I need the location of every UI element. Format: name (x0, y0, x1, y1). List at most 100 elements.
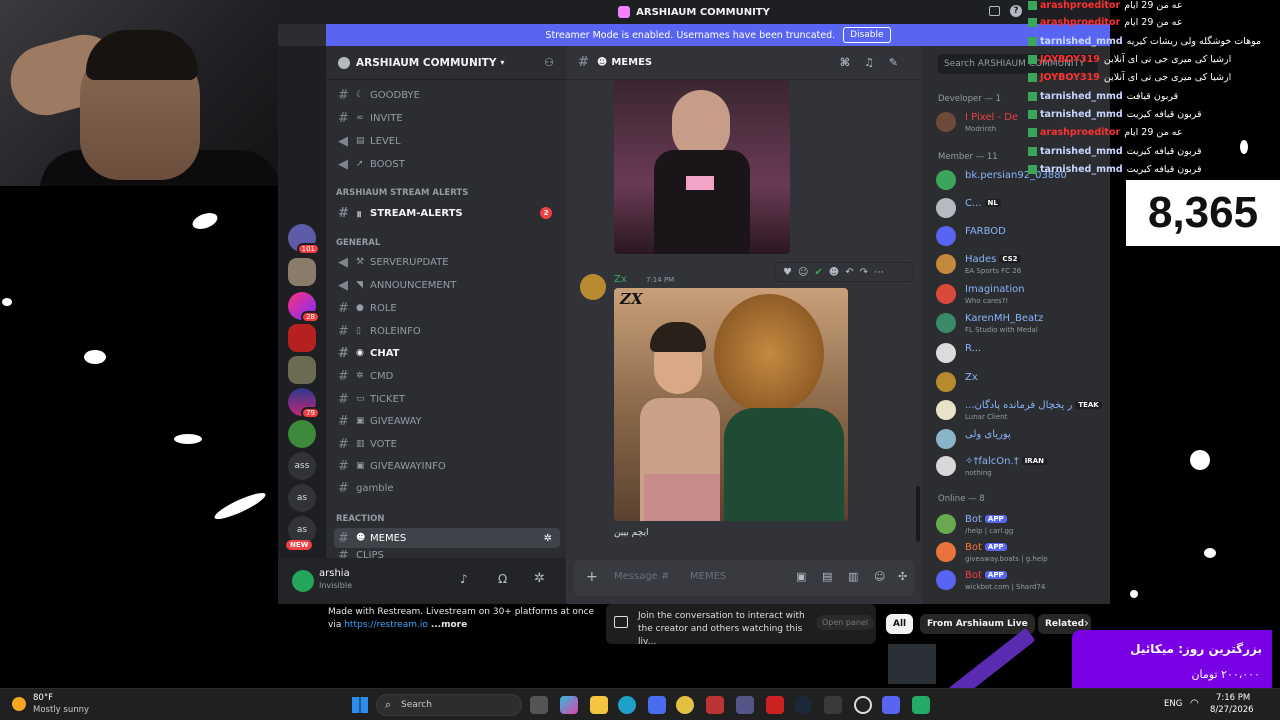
channel-giveaway[interactable]: # ▣ GIVEAWAY (334, 411, 560, 431)
sticker-icon[interactable]: ▥ (848, 570, 858, 583)
help-icon[interactable]: ? (1010, 5, 1022, 17)
channel-ticket[interactable]: # ▭ TICKET (334, 389, 560, 409)
clock-date[interactable]: 8/27/2026 (1210, 705, 1254, 715)
steam-icon[interactable] (794, 696, 812, 714)
channel-role[interactable]: # ● ROLE (334, 298, 560, 318)
thumbs-up-icon[interactable]: ♥ (783, 267, 792, 278)
taskbar-search[interactable]: ⌕ Search (376, 694, 522, 716)
member-item[interactable]: ✧†falcOn.† IRAN nothing (936, 454, 1104, 482)
copilot-icon[interactable] (560, 696, 578, 714)
bot-item[interactable]: Bot APP/help | carl.gg (936, 512, 1104, 540)
app-icon[interactable] (912, 696, 930, 714)
app-icon[interactable] (736, 696, 754, 714)
guild-as[interactable]: as (288, 484, 316, 512)
channel-invite[interactable]: # ∞ INVITE (334, 108, 560, 128)
server-header[interactable]: ARSHIAUM COMMUNITY ▾ ⚇ (326, 46, 566, 80)
emoji-icon[interactable]: ☺ (798, 267, 808, 278)
channel-giveawayinfo[interactable]: # ▣ GIVEAWAYINFO (334, 456, 560, 476)
weather-icon[interactable] (12, 697, 26, 711)
guild-ass[interactable]: ass (288, 452, 316, 480)
gift-icon[interactable]: ▣ (796, 570, 806, 583)
channel-serverupdate[interactable]: ◀ ⚒ SERVERUPDATE (334, 252, 560, 272)
channel-boost[interactable]: ◀ ➚ BOOST (334, 154, 560, 174)
bot-item[interactable]: Bot APP wickbot.com | Shard74 (936, 568, 1104, 596)
clock-time[interactable]: 7:16 PM (1216, 693, 1250, 703)
channel-goodbye[interactable]: # ☾ GOODBYE (334, 85, 560, 105)
chrome-icon[interactable] (676, 696, 694, 714)
emoji-icon[interactable]: ☺ (874, 570, 885, 583)
member-item[interactable]: C... NL (936, 196, 1104, 224)
member-item[interactable]: Zx (936, 370, 1104, 398)
headphones-icon[interactable]: Ω (498, 572, 507, 586)
description-link[interactable]: https://restream.io (344, 620, 428, 630)
message-author[interactable]: Zx (614, 274, 627, 285)
member-item[interactable]: پوریای ولی (936, 427, 1104, 455)
member-item[interactable]: KarenMH_Beatz FL Studio with Medal (936, 311, 1104, 339)
more-icon[interactable]: ⋯ (874, 267, 884, 278)
add-attachment-icon[interactable]: + (586, 569, 598, 585)
reply-icon[interactable]: ↶ (845, 267, 853, 278)
discord-icon[interactable] (882, 696, 900, 714)
settings-icon[interactable]: ✲ (544, 533, 552, 544)
apps-icon[interactable]: ✣ (898, 570, 907, 583)
pin-icon[interactable]: ✎ (889, 56, 898, 69)
threads-icon[interactable]: ⌘ (840, 56, 850, 69)
avatar[interactable] (292, 570, 314, 592)
bell-icon[interactable]: ♫ (864, 56, 874, 69)
inbox-icon[interactable] (989, 6, 1000, 16)
check-icon[interactable]: ✔ (814, 267, 822, 278)
member-item[interactable]: Hades CS2 EA Sports FC 26 (936, 252, 1104, 280)
member-item[interactable]: Imagination Who cares?! (936, 282, 1104, 310)
previous-image[interactable] (614, 80, 790, 254)
scrollbar[interactable] (916, 486, 920, 542)
category-general[interactable]: GENERAL (336, 238, 380, 248)
guild-icon[interactable] (288, 324, 316, 352)
app-icon[interactable] (824, 696, 842, 714)
language-indicator[interactable]: ENG (1164, 699, 1182, 709)
channel-clips[interactable]: # CLIPS (334, 550, 560, 558)
open-panel-button[interactable]: Open panel (816, 615, 875, 630)
chip-all[interactable]: All (886, 614, 914, 634)
bot-item[interactable]: Bot APP giveaway.boats | g.help (936, 540, 1104, 568)
video-thumbnail[interactable] (888, 644, 936, 684)
gear-icon[interactable]: ✲ (534, 571, 545, 586)
taskview-icon[interactable] (530, 696, 548, 714)
start-icon[interactable] (352, 697, 368, 713)
channel-vote[interactable]: # ▥ VOTE (334, 434, 560, 454)
explorer-icon[interactable] (590, 696, 608, 714)
guild-icon[interactable] (288, 258, 316, 286)
store-icon[interactable] (648, 696, 666, 714)
guild-icon[interactable]: 101 (288, 224, 320, 255)
wifi-icon[interactable]: ◠ (1190, 698, 1199, 709)
channel-chat[interactable]: # ◉ CHAT (334, 343, 560, 363)
message-image[interactable]: ZX (614, 288, 848, 521)
add-reaction-icon[interactable]: ☻ (829, 267, 839, 278)
member-item[interactable]: R... (936, 341, 1104, 369)
app-icon[interactable] (766, 696, 784, 714)
message-avatar[interactable] (580, 274, 606, 300)
gif-icon[interactable]: ▤ (822, 570, 832, 583)
channel-stream-alerts[interactable]: # ॥ STREAM-ALERTS 2 (334, 203, 560, 223)
member-item[interactable]: ...ر یخچال فرمانده پادگان TEAK Lunar Clien… (936, 398, 1104, 426)
channel-gamble[interactable]: # gamble (334, 478, 560, 498)
chevron-right-icon[interactable]: › (1084, 616, 1089, 630)
app-icon[interactable] (706, 696, 724, 714)
category-stream-alerts[interactable]: ARSHIAUM STREAM ALERTS (336, 188, 468, 198)
member-item[interactable]: FARBOD (936, 224, 1104, 252)
add-member-icon[interactable]: ⚇ (544, 56, 554, 69)
channel-roleinfo[interactable]: # ▯ ROLEINFO (334, 321, 560, 341)
guild-icon[interactable]: 79 (288, 388, 320, 419)
chip-from-channel[interactable]: From Arshiaum Live (920, 614, 1035, 634)
channel-cmd[interactable]: # ✲ CMD (334, 366, 560, 386)
guild-icon[interactable]: 28 (288, 292, 320, 323)
edge-icon[interactable] (618, 696, 636, 714)
channel-announcement[interactable]: ◀ ◥ ANNOUNCEMENT (334, 275, 560, 295)
microphone-icon[interactable]: ♪ (460, 572, 468, 586)
category-reaction[interactable]: REACTION (336, 514, 384, 524)
guild-icon[interactable] (288, 420, 316, 448)
guild-icon[interactable] (288, 356, 316, 384)
channel-memes[interactable]: # ☻ MEMES ✲ (334, 528, 560, 548)
forward-icon[interactable]: ↷ (860, 267, 868, 278)
obs-icon[interactable] (854, 696, 872, 714)
message-input[interactable]: + Message # MEMES ▣ ▤ ▥ ☺ ✣ (574, 560, 914, 596)
